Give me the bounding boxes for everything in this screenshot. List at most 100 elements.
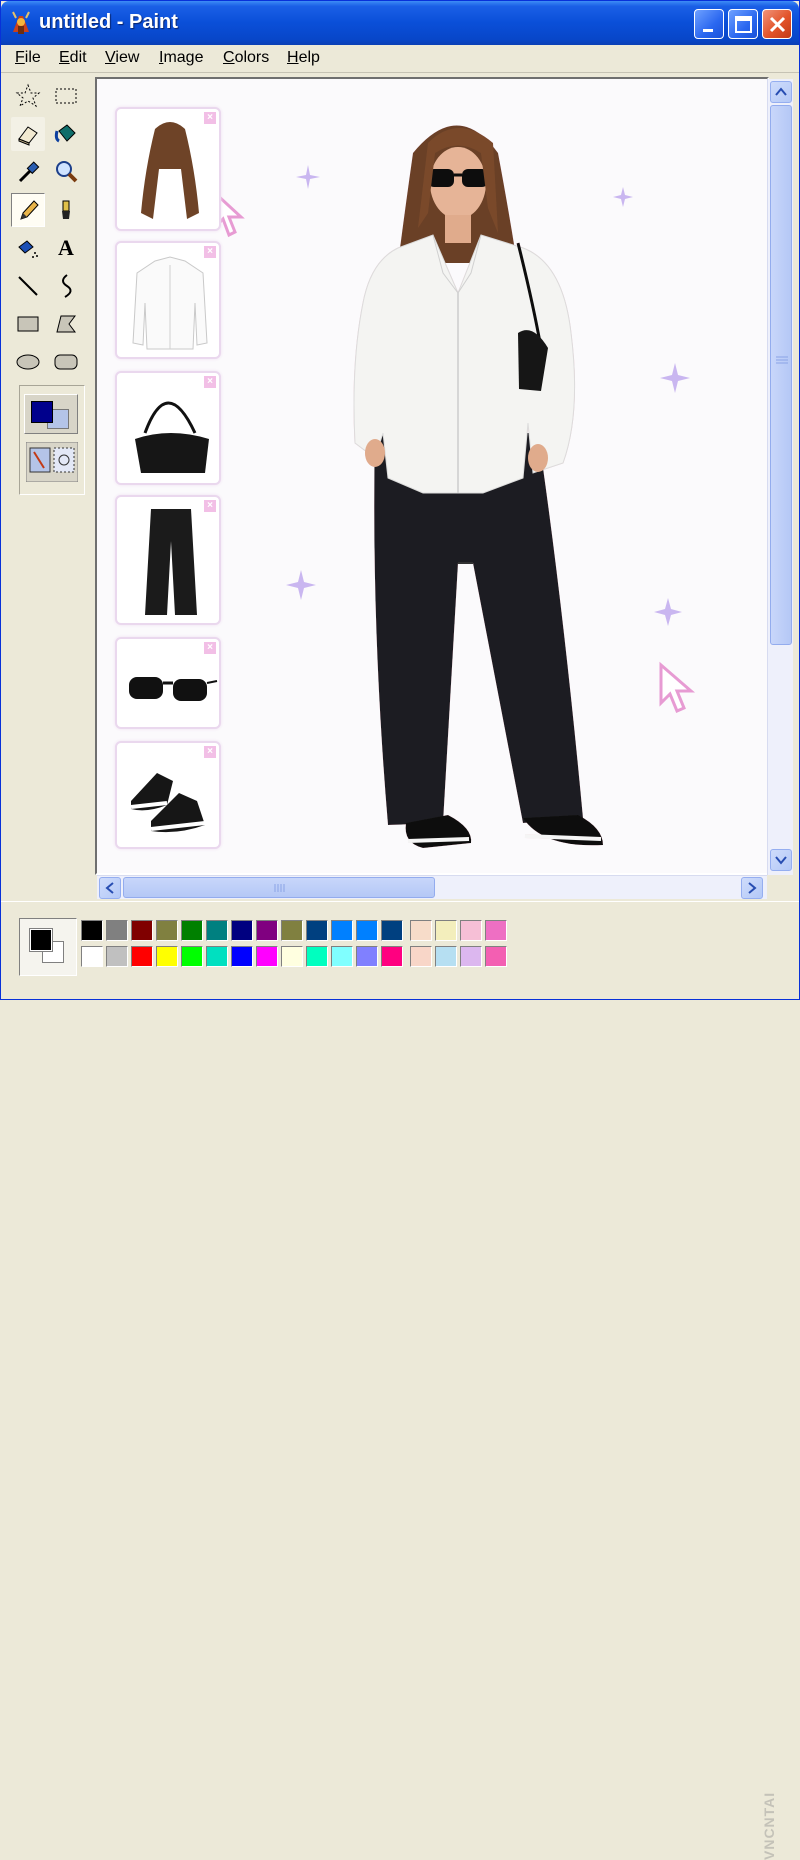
scroll-down-button[interactable]: [770, 849, 792, 871]
window-title: untitled - Paint: [39, 11, 178, 33]
select-options-icon[interactable]: [26, 442, 78, 482]
palette-swatch[interactable]: [306, 920, 328, 941]
palette-swatch[interactable]: [485, 920, 507, 941]
palette-swatch[interactable]: [485, 946, 507, 967]
palette-swatch[interactable]: [460, 946, 482, 967]
menu-colors[interactable]: Colors: [223, 49, 269, 67]
tool-rectangle[interactable]: [11, 307, 45, 341]
scroll-up-button[interactable]: [770, 81, 792, 103]
text-icon: A: [58, 235, 74, 260]
foreground-color-swatch: [31, 401, 53, 423]
palette-swatch[interactable]: [410, 946, 432, 967]
item-card-shirt[interactable]: ×: [115, 241, 221, 359]
tool-select[interactable]: [49, 79, 83, 113]
palette-swatch[interactable]: [106, 920, 128, 941]
vertical-scroll-thumb[interactable]: [770, 105, 792, 645]
item-card-hair[interactable]: ×: [115, 107, 221, 231]
palette-swatch[interactable]: [460, 920, 482, 941]
palette-swatch[interactable]: [281, 946, 303, 967]
chevron-right-icon: [748, 882, 757, 894]
tool-rounded-rectangle[interactable]: [49, 345, 83, 379]
airbrush-icon: [18, 240, 38, 258]
tool-polygon[interactable]: [49, 307, 83, 341]
palette-swatch[interactable]: [331, 946, 353, 967]
palette-swatch[interactable]: [231, 946, 253, 967]
palette-swatch[interactable]: [81, 920, 103, 941]
rect-select-icon: [55, 88, 77, 104]
palette-swatch[interactable]: [181, 946, 203, 967]
drawing-canvas[interactable]: × × × × × ×: [95, 77, 769, 875]
grip-icon: [776, 356, 788, 364]
palette-swatch[interactable]: [156, 946, 178, 967]
item-card-sunglasses[interactable]: ×: [115, 637, 221, 729]
palette-swatch[interactable]: [131, 920, 153, 941]
palette-swatch[interactable]: [256, 920, 278, 941]
tool-fill-with-color[interactable]: [49, 117, 83, 151]
star-select-icon: [15, 83, 41, 108]
palette-swatch[interactable]: [381, 920, 403, 941]
polygon-icon: [56, 315, 76, 333]
brush-icon: [62, 200, 70, 219]
palette-swatch[interactable]: [356, 920, 378, 941]
chevron-left-icon: [105, 882, 114, 894]
tool-text[interactable]: A: [49, 231, 83, 265]
menu-help[interactable]: Help: [287, 49, 320, 67]
scroll-left-button[interactable]: [99, 877, 121, 899]
line-icon: [18, 276, 38, 296]
horizontal-scroll-thumb[interactable]: [123, 877, 435, 898]
black-shoulder-bag-image: [135, 401, 209, 473]
current-colors-box[interactable]: [19, 918, 77, 976]
palette-swatch[interactable]: [81, 946, 103, 967]
palette-swatch[interactable]: [181, 920, 203, 941]
tool-pick-color[interactable]: [11, 155, 45, 189]
close-button[interactable]: [762, 9, 792, 39]
menu-view[interactable]: View: [105, 49, 139, 67]
white-shirt-image: [132, 256, 208, 350]
horizontal-scrollbar[interactable]: [97, 875, 767, 899]
palette-swatch[interactable]: [206, 946, 228, 967]
scroll-right-button[interactable]: [741, 877, 763, 899]
palette-swatch[interactable]: [435, 920, 457, 941]
chevron-up-icon: [775, 87, 787, 96]
tool-pencil[interactable]: [11, 193, 45, 227]
grip-icon: [274, 884, 285, 892]
paint-app-icon: [12, 11, 30, 34]
tool-curve[interactable]: [49, 269, 83, 303]
paint-bucket-icon: [54, 124, 76, 143]
palette-swatch[interactable]: [231, 920, 253, 941]
vertical-scrollbar[interactable]: [767, 79, 793, 875]
color-palette-bar: VNCNTAI: [1, 901, 799, 1860]
menu-image[interactable]: Image: [159, 49, 203, 67]
maximize-icon: [735, 16, 752, 33]
item-card-sneakers[interactable]: ×: [115, 741, 221, 849]
palette-swatch[interactable]: [356, 946, 378, 967]
palette-swatch[interactable]: [281, 920, 303, 941]
minimize-button[interactable]: [694, 9, 724, 39]
palette-swatch[interactable]: [156, 920, 178, 941]
palette-swatch[interactable]: [256, 946, 278, 967]
palette-swatch[interactable]: [306, 946, 328, 967]
palette-swatch[interactable]: [435, 946, 457, 967]
palette-swatch[interactable]: [106, 946, 128, 967]
menu-edit[interactable]: Edit: [59, 49, 87, 67]
fg-bg-indicator[interactable]: [24, 394, 78, 434]
palette-swatch[interactable]: [206, 920, 228, 941]
tool-magnifier[interactable]: [49, 155, 83, 189]
item-card-bag[interactable]: ×: [115, 371, 221, 485]
tool-free-form-select[interactable]: [11, 79, 45, 113]
tool-brush[interactable]: [49, 193, 83, 227]
palette-swatch[interactable]: [410, 920, 432, 941]
palette-swatch[interactable]: [331, 920, 353, 941]
scroll-corner: [767, 875, 793, 899]
maximize-button[interactable]: [728, 9, 758, 39]
hair-wig-image: [141, 122, 199, 219]
menu-file[interactable]: File: [15, 49, 41, 67]
title-bar[interactable]: untitled - Paint: [1, 1, 799, 45]
tool-airbrush[interactable]: [11, 231, 45, 265]
palette-swatch[interactable]: [131, 946, 153, 967]
tool-line[interactable]: [11, 269, 45, 303]
tool-ellipse[interactable]: [11, 345, 45, 379]
palette-swatch[interactable]: [381, 946, 403, 967]
item-card-trousers[interactable]: ×: [115, 495, 221, 625]
tool-eraser[interactable]: [11, 117, 45, 151]
